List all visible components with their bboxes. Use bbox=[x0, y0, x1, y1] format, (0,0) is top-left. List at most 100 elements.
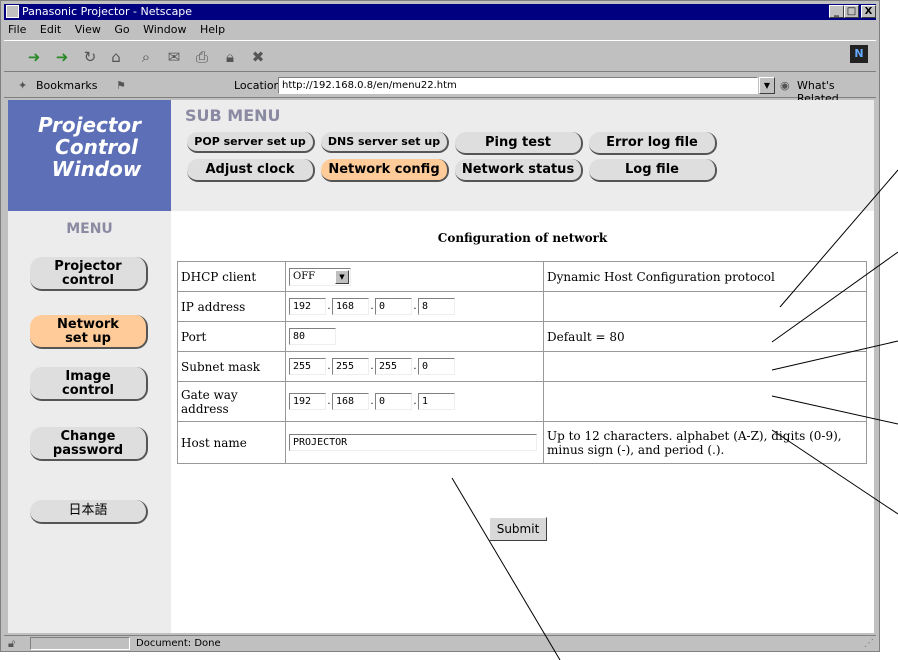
search-icon[interactable]: ⌕ bbox=[136, 47, 156, 67]
browser-window: Panasonic Projector - Netscape _ □ X Fil… bbox=[0, 0, 880, 652]
minimize-button[interactable]: _ bbox=[829, 5, 844, 18]
left-menu: MENU Projector control Network set up Im… bbox=[8, 211, 171, 633]
network-setup-line1: Network bbox=[57, 317, 119, 332]
progress-bar bbox=[30, 637, 130, 650]
subnet-octet-2-input[interactable]: 255 bbox=[332, 358, 369, 375]
url-dropdown-icon[interactable]: ▼ bbox=[759, 77, 775, 94]
port-desc: Default = 80 bbox=[543, 321, 867, 352]
subnet-octet-3-input[interactable]: 255 bbox=[375, 358, 412, 375]
dhcp-value: OFF bbox=[293, 270, 316, 282]
port-input[interactable]: 80 bbox=[289, 328, 336, 345]
table-row: Gate way address 192. 168. 0. 1 bbox=[177, 381, 867, 422]
menu-view[interactable]: View bbox=[75, 23, 101, 36]
adjust-clock-button[interactable]: Adjust clock bbox=[187, 159, 315, 182]
network-config-button[interactable]: Network config bbox=[321, 159, 449, 182]
change-password-line2: password bbox=[52, 443, 124, 458]
table-row: IP address 192. 168. 0. 8 bbox=[177, 291, 867, 322]
close-button[interactable]: X bbox=[861, 5, 876, 18]
location-label: Location: bbox=[234, 79, 285, 92]
gateway-desc bbox=[543, 381, 867, 422]
subnet-desc bbox=[543, 351, 867, 382]
netscape-throbber-icon[interactable]: N bbox=[850, 45, 868, 63]
title-bar: Panasonic Projector - Netscape _ □ X bbox=[4, 4, 876, 20]
ip-octet-1-input[interactable]: 192 bbox=[289, 298, 326, 315]
menu-title: MENU bbox=[66, 221, 113, 237]
print-icon[interactable]: ⎙ bbox=[192, 47, 212, 67]
menu-go[interactable]: Go bbox=[114, 23, 129, 36]
host-desc-line2: minus sign (-), and period (.). bbox=[547, 442, 725, 457]
menu-edit[interactable]: Edit bbox=[40, 23, 61, 36]
log-file-button[interactable]: Log file bbox=[589, 159, 717, 182]
related-icon: ◉ bbox=[780, 79, 790, 92]
mail-icon[interactable]: ✉ bbox=[164, 47, 184, 67]
dns-server-button[interactable]: DNS server set up bbox=[321, 132, 449, 153]
menu-help[interactable]: Help bbox=[200, 23, 225, 36]
host-label: Host name bbox=[177, 421, 286, 464]
ip-octet-4-input[interactable]: 8 bbox=[418, 298, 455, 315]
dhcp-select[interactable]: OFF ▼ bbox=[289, 267, 351, 286]
subnet-octet-4-input[interactable]: 0 bbox=[418, 358, 455, 375]
resize-grip-icon[interactable]: ⋰ bbox=[864, 636, 874, 651]
back-icon[interactable]: ➜ bbox=[24, 47, 44, 67]
home-icon[interactable]: ⌂ bbox=[106, 47, 126, 67]
port-cell: 80 bbox=[285, 321, 544, 352]
subnet-label: Subnet mask bbox=[177, 351, 286, 382]
table-row: DHCP client OFF ▼ Dynamic Host Configura… bbox=[177, 261, 867, 292]
port-label: Port bbox=[177, 321, 286, 352]
table-row: Host name PROJECTOR Up to 12 characters.… bbox=[177, 421, 867, 464]
network-status-button[interactable]: Network status bbox=[455, 159, 583, 182]
ping-test-button[interactable]: Ping test bbox=[455, 132, 583, 155]
ip-desc bbox=[543, 291, 867, 322]
change-password-line1: Change bbox=[60, 429, 116, 444]
ip-cell: 192. 168. 0. 8 bbox=[285, 291, 544, 322]
table-row: Port 80 Default = 80 bbox=[177, 321, 867, 352]
projector-control-button[interactable]: Projector control bbox=[30, 257, 148, 291]
gateway-octet-1-input[interactable]: 192 bbox=[289, 393, 326, 410]
forward-icon[interactable]: ➜ bbox=[52, 47, 72, 67]
dhcp-label: DHCP client bbox=[177, 261, 286, 292]
gateway-cell: 192. 168. 0. 1 bbox=[285, 381, 544, 422]
security-icon[interactable]: 🔒︎ bbox=[220, 47, 240, 67]
subnet-octet-1-input[interactable]: 255 bbox=[289, 358, 326, 375]
error-log-button[interactable]: Error log file bbox=[589, 132, 717, 155]
dhcp-cell: OFF ▼ bbox=[285, 261, 544, 292]
navigation-toolbar: ➜ ➜ ↻ ⌂ ⌕ ✉ ⎙ 🔒︎ ✖ N bbox=[4, 40, 876, 72]
network-setup-line2: set up bbox=[65, 331, 111, 346]
gateway-label: Gate way address bbox=[177, 381, 286, 422]
gateway-octet-4-input[interactable]: 1 bbox=[418, 393, 455, 410]
bookmarks-button[interactable]: Bookmarks bbox=[36, 79, 97, 92]
window-title: Panasonic Projector - Netscape bbox=[22, 5, 193, 18]
reload-icon[interactable]: ↻ bbox=[80, 47, 100, 67]
ip-octet-3-input[interactable]: 0 bbox=[375, 298, 412, 315]
gateway-octet-2-input[interactable]: 168 bbox=[332, 393, 369, 410]
gateway-octet-3-input[interactable]: 0 bbox=[375, 393, 412, 410]
dropdown-arrow-icon[interactable]: ▼ bbox=[335, 269, 349, 284]
change-password-button[interactable]: Change password bbox=[30, 427, 148, 461]
page-title: Configuration of network bbox=[437, 231, 608, 245]
subnet-cell: 255. 255. 255. 0 bbox=[285, 351, 544, 382]
image-control-line1: Image bbox=[65, 369, 111, 384]
gateway-label-line2: address bbox=[181, 401, 229, 416]
maximize-button[interactable]: □ bbox=[844, 5, 859, 18]
menu-file[interactable]: File bbox=[8, 23, 26, 36]
host-name-input[interactable]: PROJECTOR bbox=[289, 434, 537, 451]
security-lock-icon[interactable]: 🔓︎ bbox=[8, 636, 15, 651]
brand-panel: Projector Control Window bbox=[8, 100, 171, 211]
url-input[interactable]: http://192.168.0.8/en/menu22.htm bbox=[278, 77, 758, 94]
bookmarks-icon: ✦ bbox=[18, 79, 28, 92]
network-setup-button[interactable]: Network set up bbox=[30, 315, 148, 349]
stop-icon[interactable]: ✖ bbox=[248, 47, 268, 67]
host-cell: PROJECTOR bbox=[285, 421, 544, 464]
menu-window[interactable]: Window bbox=[143, 23, 186, 36]
app-icon bbox=[6, 5, 19, 18]
image-control-button[interactable]: Image control bbox=[30, 367, 148, 401]
table-row: Subnet mask 255. 255. 255. 0 bbox=[177, 351, 867, 382]
brand-line-1: Projector bbox=[37, 113, 142, 137]
submit-button[interactable]: Submit bbox=[489, 517, 547, 541]
submenu-title: SUB MENU bbox=[185, 106, 281, 125]
page-content: Projector Control Window SUB MENU POP se… bbox=[8, 100, 874, 633]
brand-line-3: Window bbox=[51, 157, 142, 181]
japanese-button[interactable]: 日本語 bbox=[30, 500, 148, 524]
pop-server-button[interactable]: POP server set up bbox=[187, 132, 315, 153]
ip-octet-2-input[interactable]: 168 bbox=[332, 298, 369, 315]
